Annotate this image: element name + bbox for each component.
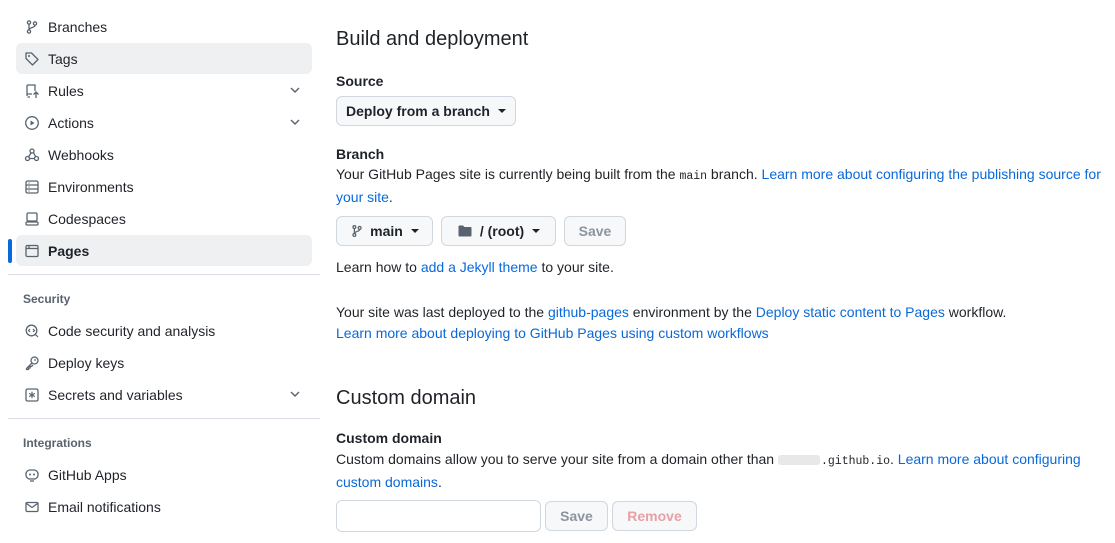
sidebar-item-branches[interactable]: Branches xyxy=(16,11,312,42)
sidebar-item-label: Email notifications xyxy=(48,498,161,515)
publishing-source-link[interactable]: Learn more about configuring the publish… xyxy=(762,166,1101,182)
domain-code: .github.io xyxy=(820,455,890,468)
tag-icon xyxy=(24,51,40,67)
sidebar-item-pages[interactable]: Pages xyxy=(16,235,312,266)
deployment-text: Your site was last deployed to the xyxy=(336,304,548,320)
branch-label: Branch xyxy=(336,146,385,162)
custom-domain-description: Custom domains allow you to serve your s… xyxy=(336,449,1106,493)
sidebar-item-label: Codespaces xyxy=(48,210,126,227)
webhook-icon xyxy=(24,147,40,163)
branch-code: main xyxy=(679,170,708,183)
sidebar-item-webhooks[interactable]: Webhooks xyxy=(16,139,312,170)
branch-description: Your GitHub Pages site is currently bein… xyxy=(336,164,1106,208)
key-icon xyxy=(24,355,40,371)
publishing-source-link-cont[interactable]: your site xyxy=(336,189,389,205)
folder-icon xyxy=(458,225,472,237)
section-heading-integrations: Integrations xyxy=(23,436,92,450)
source-dropdown-value: Deploy from a branch xyxy=(346,103,490,119)
branch-select[interactable]: main xyxy=(336,216,433,246)
caret-down-icon xyxy=(410,229,419,233)
domain-save-button[interactable]: Save xyxy=(545,501,608,531)
custom-domains-link[interactable]: Learn more about configuring xyxy=(898,451,1081,467)
key-asterisk-icon xyxy=(24,387,40,403)
sidebar-item-rules[interactable]: Rules xyxy=(16,75,312,106)
sidebar-item-label: Deploy keys xyxy=(48,354,125,371)
mail-icon xyxy=(24,499,40,515)
codespaces-icon xyxy=(24,211,40,227)
sidebar-item-label: Tags xyxy=(48,50,78,67)
branch-text: branch. xyxy=(707,166,762,182)
sidebar-item-label: GitHub Apps xyxy=(48,466,127,483)
custom-domain-label: Custom domain xyxy=(336,430,442,446)
caret-down-icon xyxy=(532,229,541,233)
selected-indicator xyxy=(8,239,12,263)
domain-remove-button[interactable]: Remove xyxy=(612,501,697,531)
chevron-down-icon[interactable] xyxy=(288,83,302,97)
sidebar-item-github-apps[interactable]: GitHub Apps xyxy=(16,459,312,490)
domain-text: Custom domains allow you to serve your s… xyxy=(336,451,778,467)
source-label: Source xyxy=(336,73,384,89)
folder-select-value: / (root) xyxy=(479,223,525,239)
sidebar-item-code-security[interactable]: Code security and analysis xyxy=(16,315,312,346)
section-title-build: Build and deployment xyxy=(336,28,529,50)
sidebar-item-label: Webhooks xyxy=(48,146,114,163)
browser-icon xyxy=(24,243,40,259)
caret-down-icon xyxy=(497,109,506,113)
sidebar-item-label: Pages xyxy=(48,242,90,259)
custom-domains-link-cont[interactable]: custom domains xyxy=(336,474,438,490)
sidebar-item-tags[interactable]: Tags xyxy=(16,43,312,74)
sidebar-divider xyxy=(8,274,320,275)
redacted-username xyxy=(777,455,820,466)
sidebar-item-environments[interactable]: Environments xyxy=(16,171,312,202)
folder-select[interactable]: / (root) xyxy=(441,216,556,246)
sidebar-item-email-notifications[interactable]: Email notifications xyxy=(16,491,312,522)
chevron-down-icon[interactable] xyxy=(288,387,302,401)
sidebar-item-secrets[interactable]: Secrets and variables xyxy=(16,379,312,410)
custom-workflows-link[interactable]: Learn more about deploying to GitHub Pag… xyxy=(336,325,769,341)
github-pages-env-link[interactable]: github-pages xyxy=(548,304,629,320)
branch-select-value: main xyxy=(370,223,403,239)
section-heading-security: Security xyxy=(23,292,71,306)
repo-push-icon xyxy=(24,83,40,99)
git-branch-icon xyxy=(24,19,40,35)
workflow-link[interactable]: Deploy static content to Pages xyxy=(756,304,945,320)
source-dropdown[interactable]: Deploy from a branch xyxy=(336,96,516,126)
custom-domain-input[interactable] xyxy=(336,500,541,532)
jekyll-text: Learn how to add a Jekyll theme to your … xyxy=(336,257,614,278)
codescan-icon xyxy=(24,323,40,339)
sidebar-item-actions[interactable]: Actions xyxy=(16,107,312,138)
sidebar-item-label: Branches xyxy=(48,18,108,35)
sidebar-item-label: Code security and analysis xyxy=(48,322,216,339)
play-icon xyxy=(24,115,40,131)
section-title-custom-domain: Custom domain xyxy=(336,387,477,409)
branch-text: . xyxy=(388,189,393,205)
jekyll-text-part: Learn how to xyxy=(336,259,421,275)
jekyll-theme-link[interactable]: add a Jekyll theme xyxy=(421,259,538,275)
settings-sidebar: Branches Tags Rules Actions Webhooks Env… xyxy=(0,0,320,543)
server-icon xyxy=(24,179,40,195)
jekyll-text-part: to your site. xyxy=(537,259,614,275)
sidebar-item-label: Rules xyxy=(48,82,84,99)
git-branch-icon xyxy=(352,225,362,237)
deployment-text: workflow. xyxy=(944,304,1007,320)
chevron-down-icon[interactable] xyxy=(288,115,302,129)
sidebar-item-label: Environments xyxy=(48,178,134,195)
sidebar-item-label: Actions xyxy=(48,114,94,131)
domain-text: . xyxy=(890,451,898,467)
sidebar-item-label: Secrets and variables xyxy=(48,386,183,403)
sidebar-divider xyxy=(8,418,320,419)
deployment-text: environment by the xyxy=(628,304,756,320)
sidebar-item-codespaces[interactable]: Codespaces xyxy=(16,203,312,234)
branch-text: Your GitHub Pages site is currently bein… xyxy=(336,166,680,182)
branch-save-button[interactable]: Save xyxy=(564,216,626,246)
domain-text: . xyxy=(437,474,442,490)
sidebar-item-deploy-keys[interactable]: Deploy keys xyxy=(16,347,312,378)
apps-icon xyxy=(24,467,40,483)
deployment-status: Your site was last deployed to the githu… xyxy=(336,302,1106,344)
